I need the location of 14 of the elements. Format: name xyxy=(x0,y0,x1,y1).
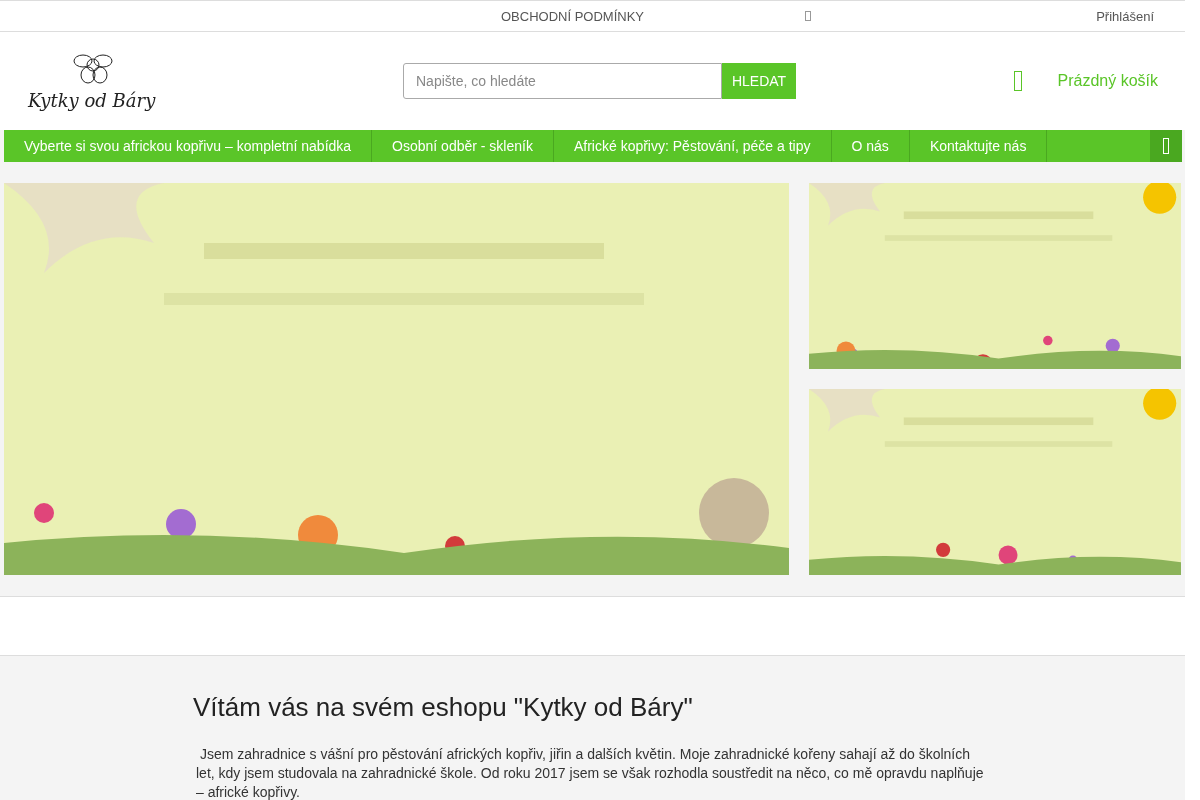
nav-item[interactable]: Africké kopřivy: Pěstování, péče a tipy xyxy=(553,130,832,162)
welcome-text: Jsem zahradnice s vášní pro pěstování afrických kopřiv, jiřin a dalších květin. Moje zahradnické kořeny sahají až do školních let, kdy jsem studovala na zahradnické škole. Od roku 2017 jsem se však rozhodla soustředit na něco, co mě opravdu naplňuje – africké kopřivy. xyxy=(196,745,985,800)
cart-link[interactable]: Prázdný košík xyxy=(1057,72,1158,90)
search-field[interactable]: Napište, co hledáte xyxy=(403,63,722,99)
nav-item[interactable]: Vyberte si svou africkou kopřivu – kompletní nabídka xyxy=(4,130,373,162)
terms-link[interactable]: OBCHODNÍ PODMÍNKY xyxy=(501,8,801,24)
login-link[interactable]: Přihlášení xyxy=(1096,8,1154,24)
logo[interactable]: Kytky od Báry xyxy=(28,51,170,111)
nav-item[interactable]: O nás xyxy=(831,130,910,162)
search-button[interactable]: HLEDAT xyxy=(722,63,796,99)
nav-item[interactable]: Osobní odběr - skleník xyxy=(372,130,554,162)
small-square-icon xyxy=(805,11,811,21)
welcome-heading: Vítám vás na svém eshopu "Kytky od Báry" xyxy=(193,692,694,723)
nav-item[interactable]: Kontaktujte nás xyxy=(909,130,1048,162)
